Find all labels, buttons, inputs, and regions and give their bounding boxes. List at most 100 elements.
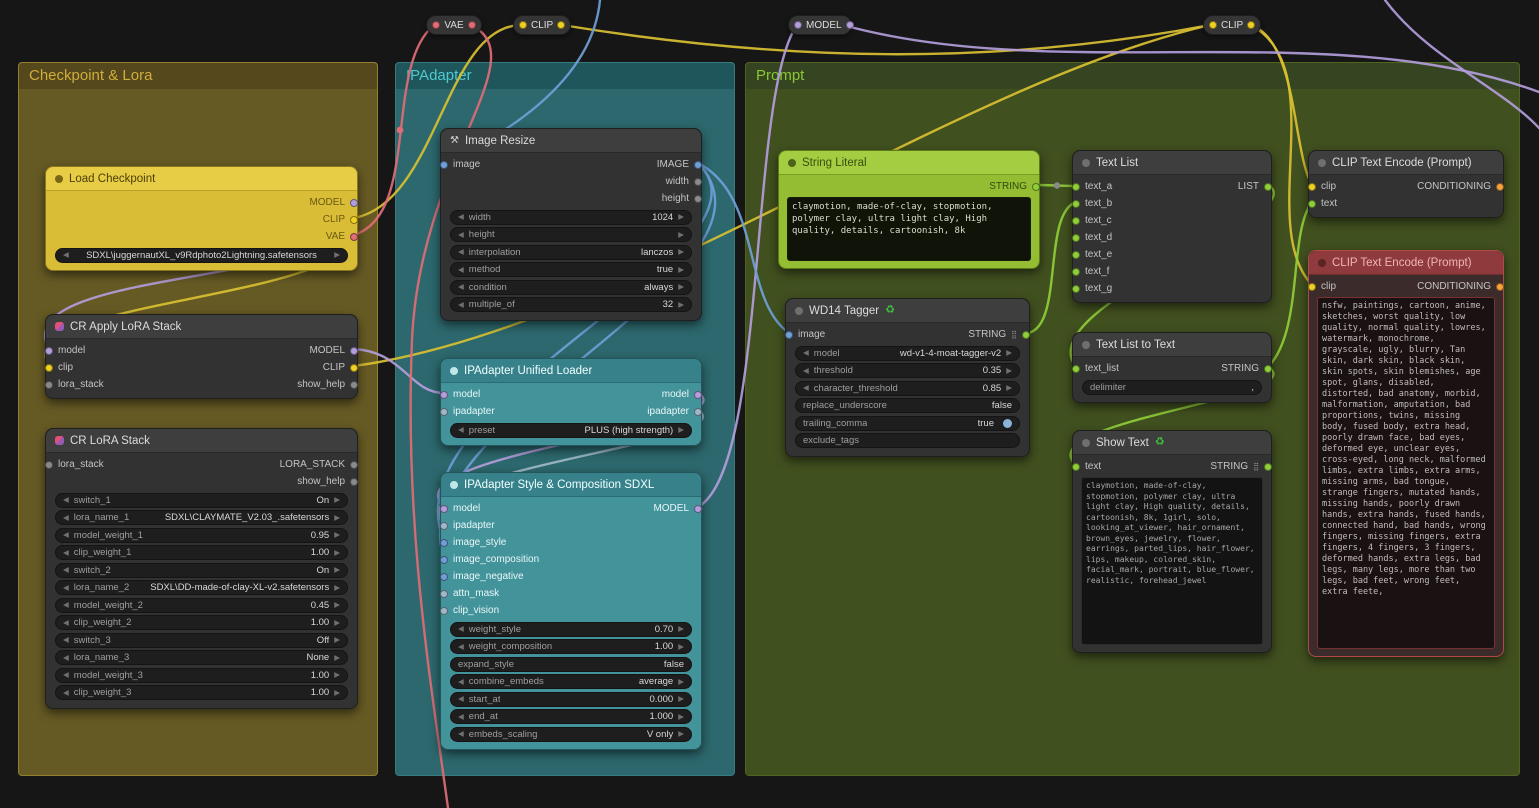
right-arrow-icon[interactable]: ▶ (334, 549, 340, 557)
widget-method[interactable]: ◀ method true ▶ (450, 262, 692, 277)
left-arrow-icon[interactable]: ◀ (63, 531, 69, 539)
output-slot-model[interactable] (845, 21, 854, 29)
left-arrow-icon[interactable]: ◀ (63, 671, 69, 679)
node-header[interactable]: CR LoRA Stack (46, 429, 357, 453)
node-string-literal[interactable]: String Literal STRING claymotion, made-o… (778, 150, 1040, 269)
input-slot-clip[interactable] (1308, 182, 1316, 191)
input-slot-text-b[interactable] (1072, 199, 1080, 208)
left-arrow-icon[interactable]: ◀ (458, 266, 464, 274)
right-arrow-icon[interactable]: ▶ (678, 643, 684, 651)
right-arrow-icon[interactable]: ▶ (334, 654, 340, 662)
left-arrow-icon[interactable]: ◀ (63, 514, 69, 522)
group-header[interactable]: Prompt (746, 63, 1519, 89)
negative-prompt-textarea[interactable]: nsfw, paintings, cartoon, anime, sketche… (1317, 297, 1495, 649)
right-arrow-icon[interactable]: ▶ (334, 584, 340, 592)
node-text-list-to-text[interactable]: Text List to Text text_list STRING delim… (1072, 332, 1272, 403)
input-slot-clip-vision[interactable] (440, 606, 448, 615)
input-slot-text[interactable] (1072, 462, 1080, 471)
node-header[interactable]: IPAdapter Unified Loader (441, 359, 701, 383)
right-arrow-icon[interactable]: ▶ (334, 619, 340, 627)
left-arrow-icon[interactable]: ◀ (458, 678, 464, 686)
widget-switch-1[interactable]: ◀ switch_1 On ▶ (55, 492, 348, 508)
left-arrow-icon[interactable]: ◀ (458, 301, 464, 309)
input-slot-model[interactable] (440, 504, 448, 513)
input-slot-clip[interactable] (1308, 282, 1316, 291)
node-header[interactable]: WD14 Tagger ♻ (786, 299, 1029, 323)
output-slot-image[interactable] (694, 160, 702, 169)
widget-model-weight-3[interactable]: ◀ model_weight_3 1.00 ▶ (55, 667, 348, 683)
right-arrow-icon[interactable]: ▶ (678, 625, 684, 633)
node-header[interactable]: String Literal (779, 151, 1039, 175)
input-slot-text-d[interactable] (1072, 233, 1080, 242)
input-slot-text-f[interactable] (1072, 267, 1080, 276)
reroute-pill-clip-1[interactable]: CLIP (513, 15, 571, 35)
collapse-dot-icon[interactable] (1082, 340, 1090, 349)
right-arrow-icon[interactable]: ▶ (678, 231, 684, 239)
node-text-list[interactable]: Text List text_a LIST text_b text_c text… (1072, 150, 1272, 303)
node-header[interactable]: Text List (1073, 151, 1271, 175)
input-slot-ipadapter[interactable] (440, 521, 448, 530)
input-slot-image[interactable] (785, 330, 793, 339)
widget-embeds-scaling[interactable]: ◀ embeds_scaling V only ▶ (450, 726, 692, 742)
widget-height[interactable]: ◀ height ▶ (450, 227, 692, 242)
node-cr-apply-lora-stack[interactable]: CR Apply LoRA Stack model MODEL clip CLI… (45, 314, 358, 399)
node-header[interactable]: CLIP Text Encode (Prompt) (1309, 151, 1503, 175)
left-arrow-icon[interactable]: ◀ (458, 231, 464, 239)
collapse-dot-icon[interactable] (1318, 158, 1326, 167)
left-arrow-icon[interactable]: ◀ (803, 384, 809, 392)
left-arrow-icon[interactable]: ◀ (63, 566, 69, 574)
input-slot-image[interactable] (440, 160, 448, 169)
output-slot-vae[interactable] (468, 21, 476, 29)
widget-interpolation[interactable]: ◀ interpolation lanczos ▶ (450, 244, 692, 260)
output-slot-model[interactable] (350, 198, 358, 207)
widget-switch-2[interactable]: ◀ switch_2 On ▶ (55, 562, 348, 578)
output-slot-clip[interactable] (350, 215, 358, 224)
node-load-checkpoint[interactable]: Load Checkpoint MODEL CLIP VAE ◀ SDXL\ju… (45, 166, 358, 271)
output-slot-model[interactable] (694, 504, 702, 513)
node-header[interactable]: Text List to Text (1073, 333, 1271, 357)
left-arrow-icon[interactable]: ◀ (458, 730, 464, 738)
right-arrow-icon[interactable]: ▶ (334, 671, 340, 679)
left-arrow-icon[interactable]: ◀ (458, 248, 464, 256)
left-arrow-icon[interactable]: ◀ (63, 619, 69, 627)
input-slot-model[interactable] (45, 346, 53, 355)
right-arrow-icon[interactable]: ▶ (1006, 349, 1012, 357)
node-ipadapter-unified-loader[interactable]: IPAdapter Unified Loader model model ipa… (440, 358, 702, 446)
node-header[interactable]: CLIP Text Encode (Prompt) (1309, 251, 1503, 275)
collapse-dot-icon[interactable] (55, 174, 63, 183)
right-arrow-icon[interactable]: ▶ (678, 283, 684, 291)
widget-condition[interactable]: ◀ condition always ▶ (450, 279, 692, 295)
left-arrow-icon[interactable]: ◀ (803, 367, 809, 375)
combo-left-arrow-icon[interactable]: ◀ (63, 251, 69, 259)
output-slot-string[interactable] (1264, 462, 1272, 471)
output-slot-height[interactable] (694, 194, 702, 203)
left-arrow-icon[interactable]: ◀ (458, 713, 464, 721)
node-header[interactable]: Show Text ♻ (1073, 431, 1271, 455)
collapse-dot-icon[interactable] (1318, 258, 1326, 267)
left-arrow-icon[interactable]: ◀ (63, 654, 69, 662)
node-show-text[interactable]: Show Text ♻ text STRING ⣿ claymotion, mad… (1072, 430, 1272, 653)
output-slot-list[interactable] (1264, 182, 1272, 191)
input-slot-image-negative[interactable] (440, 572, 448, 581)
output-slot-model[interactable] (694, 390, 702, 399)
widget-end-at[interactable]: ◀ end_at 1.000 ▶ (450, 709, 692, 724)
widget-width[interactable]: ◀ width 1024 ▶ (450, 209, 692, 225)
collapse-dot-icon[interactable] (1082, 438, 1090, 447)
output-slot-clip[interactable] (1247, 21, 1256, 29)
input-slot-image-composition[interactable] (440, 555, 448, 564)
input-slot-model[interactable] (794, 21, 802, 29)
widget-delimiter[interactable]: delimiter, (1082, 379, 1262, 395)
widget-clip-weight-1[interactable]: ◀ clip_weight_1 1.00 ▶ (55, 545, 348, 560)
widget-lora-name-3[interactable]: ◀ lora_name_3 None ▶ (55, 650, 348, 665)
widget-trailing-comma[interactable]: trailing_comma true (795, 415, 1020, 431)
show-text-output[interactable]: claymotion, made-of-clay, stopmotion, po… (1081, 477, 1263, 645)
right-arrow-icon[interactable]: ▶ (334, 601, 340, 609)
output-slot-string[interactable] (1032, 182, 1040, 191)
right-arrow-icon[interactable]: ▶ (1006, 384, 1012, 392)
right-arrow-icon[interactable]: ▶ (678, 248, 684, 256)
widget-lora-name-2[interactable]: ◀ lora_name_2 SDXL\DD-made-of-clay-XL-v2.s… (55, 580, 348, 595)
output-slot-model[interactable] (350, 346, 358, 355)
output-slot-show-help[interactable] (350, 380, 358, 389)
output-slot-lora-stack[interactable] (350, 460, 358, 469)
collapse-dot-icon[interactable] (450, 366, 458, 375)
